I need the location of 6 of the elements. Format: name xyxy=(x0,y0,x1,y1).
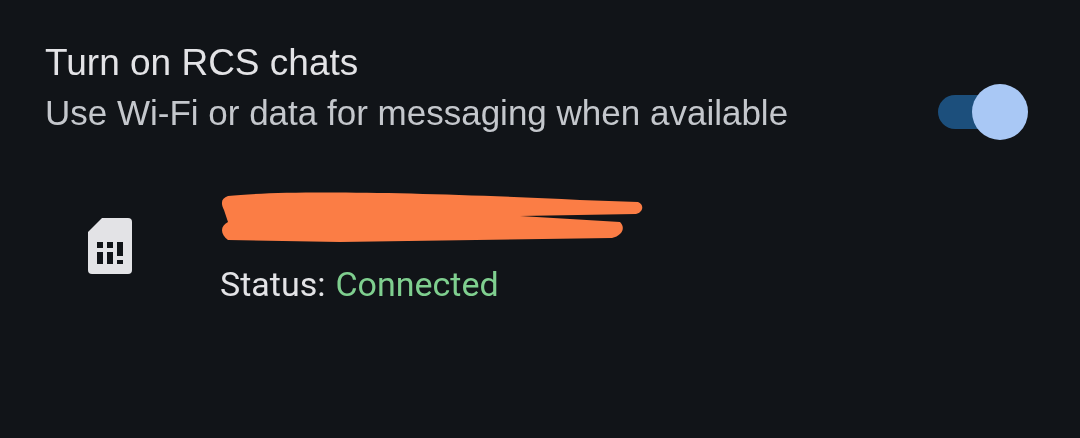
setting-description: Use Wi-Fi or data for messaging when available xyxy=(45,92,790,134)
setting-title: Turn on RCS chats xyxy=(45,41,360,85)
status-label: Status: xyxy=(220,264,326,304)
toggle-switch[interactable] xyxy=(938,84,1028,140)
sim-card-icon xyxy=(88,218,132,274)
status-value: Connected xyxy=(335,264,499,304)
